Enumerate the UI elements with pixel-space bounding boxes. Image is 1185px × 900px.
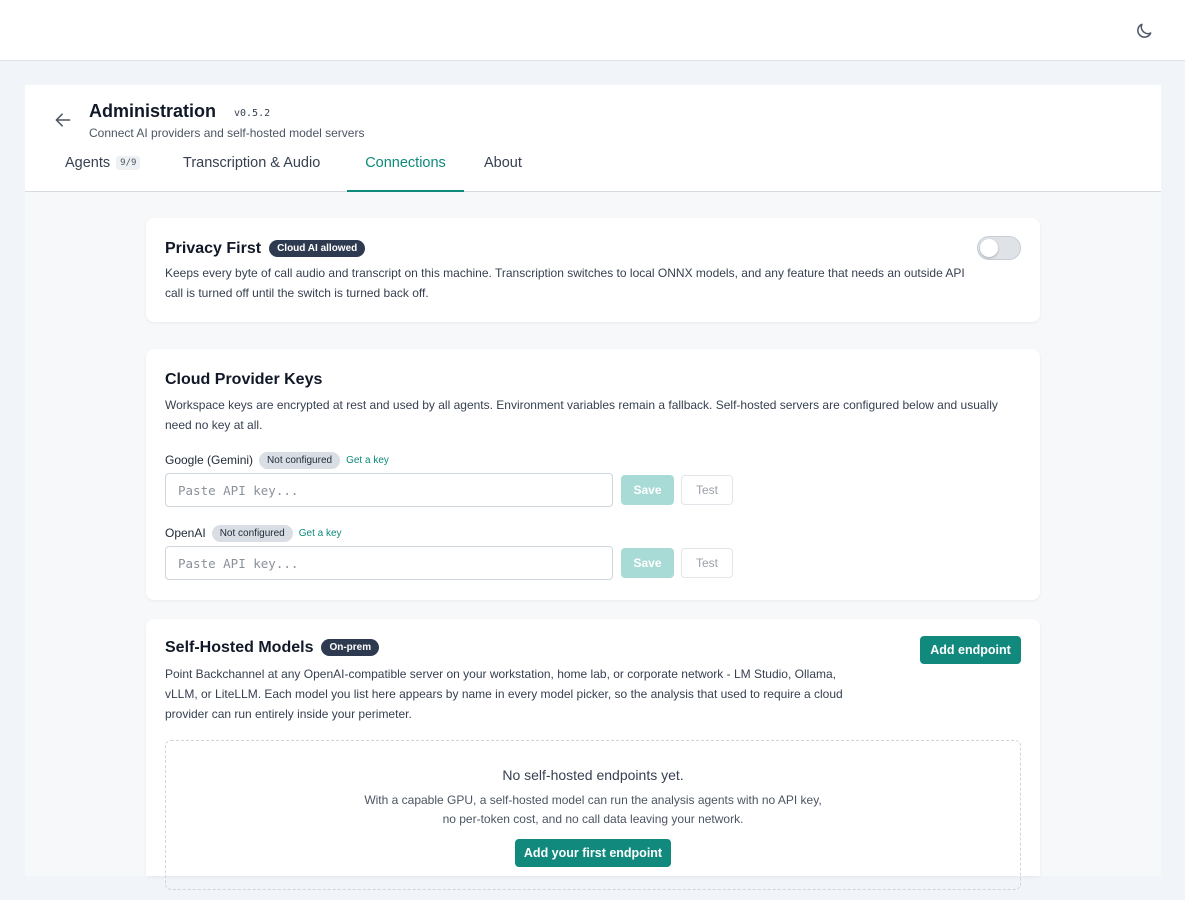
status-badge: Not configured: [259, 452, 341, 469]
openai-api-key-input[interactable]: [165, 546, 613, 580]
privacy-description: Keeps every byte of call audio and trans…: [165, 266, 965, 300]
empty-state-description: With a capable GPU, a self-hosted model …: [364, 793, 822, 826]
empty-endpoints-box: No self-hosted endpoints yet. With a cap…: [165, 740, 1021, 890]
privacy-title: Privacy First Cloud AI allowed: [165, 240, 366, 258]
self-hosted-title: Self-Hosted Models On-prem: [165, 639, 380, 657]
back-button[interactable]: [51, 108, 75, 132]
get-key-link[interactable]: Get a key: [346, 455, 389, 466]
page-subtitle: Connect AI providers and self-hosted mod…: [89, 126, 365, 140]
top-bar: [0, 0, 1185, 61]
google-test-button[interactable]: Test: [681, 475, 733, 505]
agents-count-badge: 9/9: [116, 156, 141, 170]
tab-agents[interactable]: Agents 9/9: [65, 155, 141, 192]
version-label: v0.5.2: [234, 108, 271, 119]
tab-connections-label: Connections: [365, 155, 446, 171]
privacy-title-text: Privacy First: [165, 240, 262, 257]
openai-save-button[interactable]: Save: [621, 548, 674, 578]
cloud-keys-card: Cloud Provider Keys Workspace keys are e…: [146, 349, 1040, 600]
provider-name: Google (Gemini): [165, 453, 254, 467]
tab-about-label: About: [484, 155, 522, 171]
admin-header: Administration v0.5.2 Connect AI provide…: [25, 85, 1161, 192]
google-api-key-input[interactable]: [165, 473, 613, 507]
google-save-button[interactable]: Save: [621, 475, 674, 505]
privacy-toggle[interactable]: [977, 236, 1021, 260]
page-title: Administration: [89, 101, 217, 121]
tab-transcription-label: Transcription & Audio: [183, 155, 321, 171]
privacy-card: Privacy First Cloud AI allowed Keeps ever…: [146, 218, 1040, 322]
status-badge: Not configured: [211, 525, 293, 542]
tab-about[interactable]: About: [484, 155, 522, 192]
tab-agents-label: Agents: [65, 155, 111, 171]
on-prem-badge: On-prem: [321, 639, 380, 656]
empty-state-title: No self-hosted endpoints yet.: [502, 767, 684, 783]
cloud-ai-badge: Cloud AI allowed: [269, 240, 366, 257]
moon-icon[interactable]: [1131, 18, 1157, 44]
self-hosted-title-text: Self-Hosted Models: [165, 639, 314, 656]
provider-name: OpenAI: [165, 526, 206, 540]
self-hosted-description: Point Backchannel at any OpenAI-compatib…: [165, 667, 843, 721]
add-first-endpoint-button[interactable]: Add your first endpoint: [515, 839, 671, 867]
cloud-keys-title: Cloud Provider Keys: [165, 371, 323, 388]
get-key-link[interactable]: Get a key: [299, 528, 342, 539]
openai-test-button[interactable]: Test: [681, 548, 733, 578]
provider-row-openai: OpenAI Not configured Get a key: [165, 525, 342, 542]
provider-row-google: Google (Gemini) Not configured Get a key: [165, 452, 389, 469]
toggle-knob: [980, 239, 998, 257]
tab-transcription-audio[interactable]: Transcription & Audio: [183, 155, 320, 192]
arrow-left-icon: [55, 113, 71, 127]
tab-connections[interactable]: Connections: [347, 155, 464, 192]
add-endpoint-button[interactable]: Add endpoint: [920, 636, 1021, 664]
admin-panel: Administration v0.5.2 Connect AI provide…: [25, 85, 1161, 890]
cloud-keys-description: Workspace keys are encrypted at rest and…: [165, 398, 998, 432]
self-hosted-card: Self-Hosted Models On-prem Add endpoint P…: [146, 619, 1040, 890]
